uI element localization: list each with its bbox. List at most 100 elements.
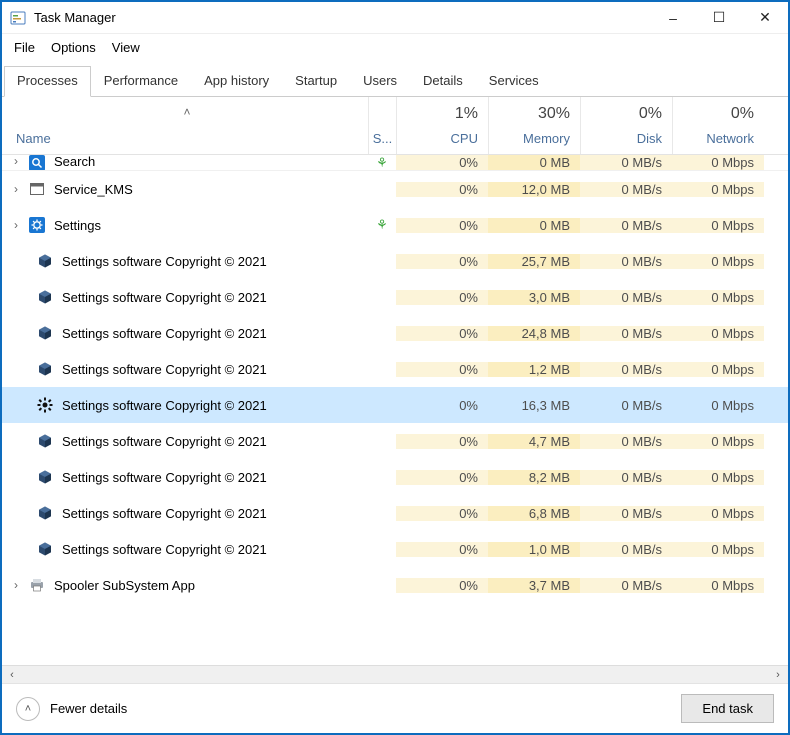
minimize-button[interactable]: – bbox=[650, 3, 696, 33]
cell-mem: 0 MB bbox=[488, 218, 580, 233]
table-row[interactable]: Settings software Copyright © 20210%1,0 … bbox=[2, 531, 788, 567]
gear-app-icon bbox=[28, 216, 46, 234]
column-header-disk[interactable]: 0% Disk bbox=[580, 97, 672, 154]
cell-name: Settings software Copyright © 2021 bbox=[2, 252, 368, 270]
cell-cpu: 0% bbox=[396, 398, 488, 413]
tab-processes[interactable]: Processes bbox=[4, 66, 91, 97]
table-row[interactable]: ›Search⚘0%0 MB0 MB/s0 Mbps bbox=[2, 155, 788, 171]
cell-mem: 3,7 MB bbox=[488, 578, 580, 593]
column-header-status[interactable]: S... bbox=[368, 97, 396, 154]
column-header-name[interactable]: ˄ Name bbox=[2, 97, 368, 154]
leaf-icon: ⚘ bbox=[376, 217, 388, 233]
cell-disk: 0 MB/s bbox=[580, 362, 672, 377]
cell-mem: 4,7 MB bbox=[488, 434, 580, 449]
scroll-left-icon[interactable]: ‹ bbox=[4, 669, 20, 681]
tab-services[interactable]: Services bbox=[476, 66, 552, 97]
process-name: Service_KMS bbox=[54, 182, 133, 197]
cell-cpu: 0% bbox=[396, 578, 488, 593]
table-row[interactable]: Settings software Copyright © 2021 0%6,8 … bbox=[2, 495, 788, 531]
expand-toggle-icon[interactable]: › bbox=[8, 155, 24, 168]
cell-disk: 0 MB/s bbox=[580, 470, 672, 485]
cell-disk: 0 MB/s bbox=[580, 290, 672, 305]
table-row[interactable]: ›Service_KMS0%12,0 MB0 MB/s0 Mbps bbox=[2, 171, 788, 207]
column-header-network[interactable]: 0% Network bbox=[672, 97, 764, 154]
cell-disk: 0 MB/s bbox=[580, 506, 672, 521]
cell-net: 0 Mbps bbox=[672, 254, 764, 269]
table-row[interactable]: Settings software Copyright © 20210%3,0 … bbox=[2, 279, 788, 315]
tab-bar: Processes Performance App history Startu… bbox=[2, 65, 788, 97]
column-headers: ˄ Name S... 1% CPU 30% Memory 0% Disk 0%… bbox=[2, 97, 788, 155]
cell-disk: 0 MB/s bbox=[580, 398, 672, 413]
menubar: File Options View bbox=[2, 34, 788, 65]
process-name: Settings software Copyright © 2021 bbox=[62, 542, 267, 557]
cell-mem: 24,8 MB bbox=[488, 326, 580, 341]
cell-cpu: 0% bbox=[396, 326, 488, 341]
table-row[interactable]: ›Spooler SubSystem App0%3,7 MB0 MB/s0 Mb… bbox=[2, 567, 788, 603]
table-row[interactable]: Settings software Copyright © 20210%4,7 … bbox=[2, 423, 788, 459]
horizontal-scrollbar[interactable]: ‹ › bbox=[2, 665, 788, 683]
maximize-button[interactable]: ☐ bbox=[696, 3, 742, 33]
cell-mem: 8,2 MB bbox=[488, 470, 580, 485]
cell-cpu: 0% bbox=[396, 434, 488, 449]
cell-name: Settings software Copyright © 2021 bbox=[2, 540, 368, 558]
cell-cpu: 0% bbox=[396, 290, 488, 305]
cell-cpu: 0% bbox=[396, 506, 488, 521]
tab-performance[interactable]: Performance bbox=[91, 66, 191, 97]
search-app-icon bbox=[28, 155, 46, 171]
cell-net: 0 Mbps bbox=[672, 155, 764, 170]
process-name: Settings software Copyright © 2021 bbox=[62, 506, 267, 521]
fewer-details-button[interactable]: ˄ Fewer details bbox=[16, 697, 127, 721]
cell-name: Settings software Copyright © 2021 bbox=[2, 504, 368, 522]
cell-disk: 0 MB/s bbox=[580, 542, 672, 557]
cell-cpu: 0% bbox=[396, 155, 488, 170]
table-row[interactable]: Settings software Copyright © 2021 0%24,8… bbox=[2, 315, 788, 351]
expand-toggle-icon[interactable]: › bbox=[8, 218, 24, 232]
tab-details[interactable]: Details bbox=[410, 66, 476, 97]
expand-toggle-icon[interactable]: › bbox=[8, 182, 24, 196]
app-icon bbox=[10, 10, 26, 26]
menu-file[interactable]: File bbox=[8, 38, 41, 57]
cube-icon bbox=[36, 252, 54, 270]
process-table: ˄ Name S... 1% CPU 30% Memory 0% Disk 0%… bbox=[2, 97, 788, 683]
column-header-cpu[interactable]: 1% CPU bbox=[396, 97, 488, 154]
process-name: Settings software Copyright © 2021 bbox=[62, 362, 267, 377]
titlebar: Task Manager – ☐ ✕ bbox=[2, 2, 788, 34]
cell-mem: 6,8 MB bbox=[488, 506, 580, 521]
cell-disk: 0 MB/s bbox=[580, 254, 672, 269]
table-row[interactable]: Settings software Copyright © 20210%25,7… bbox=[2, 243, 788, 279]
menu-options[interactable]: Options bbox=[45, 38, 102, 57]
cell-name: Settings software Copyright © 2021 bbox=[2, 324, 368, 342]
cell-net: 0 Mbps bbox=[672, 398, 764, 413]
gear-black-icon bbox=[36, 396, 54, 414]
scroll-right-icon[interactable]: › bbox=[770, 669, 786, 681]
end-task-button[interactable]: End task bbox=[681, 694, 774, 723]
cell-cpu: 0% bbox=[396, 542, 488, 557]
process-name: Settings software Copyright © 2021 bbox=[62, 470, 267, 485]
cell-disk: 0 MB/s bbox=[580, 326, 672, 341]
process-name: Settings software Copyright © 2021 bbox=[62, 254, 267, 269]
column-header-memory[interactable]: 30% Memory bbox=[488, 97, 580, 154]
cell-name: Settings software Copyright © 2021 bbox=[2, 468, 368, 486]
process-name: Settings bbox=[54, 218, 101, 233]
process-name: Spooler SubSystem App bbox=[54, 578, 195, 593]
cube-icon bbox=[36, 360, 54, 378]
menu-view[interactable]: View bbox=[106, 38, 146, 57]
tab-startup[interactable]: Startup bbox=[282, 66, 350, 97]
table-row[interactable]: Settings software Copyright © 20210%1,2 … bbox=[2, 351, 788, 387]
close-button[interactable]: ✕ bbox=[742, 3, 788, 33]
process-rows[interactable]: ›Search⚘0%0 MB0 MB/s0 Mbps›Service_KMS0%… bbox=[2, 155, 788, 665]
cell-name: Settings software Copyright © 2021 bbox=[2, 360, 368, 378]
process-name: Settings software Copyright © 2021 bbox=[62, 290, 267, 305]
cell-cpu: 0% bbox=[396, 362, 488, 377]
tab-users[interactable]: Users bbox=[350, 66, 410, 97]
cube-icon bbox=[36, 432, 54, 450]
leaf-icon: ⚘ bbox=[376, 155, 388, 171]
cell-name: Settings software Copyright © 2021 bbox=[2, 288, 368, 306]
table-row[interactable]: Settings software Copyright © 20210%8,2 … bbox=[2, 459, 788, 495]
expand-toggle-icon[interactable]: › bbox=[8, 578, 24, 592]
table-row[interactable]: ›Settings⚘0%0 MB0 MB/s0 Mbps bbox=[2, 207, 788, 243]
cell-disk: 0 MB/s bbox=[580, 434, 672, 449]
tab-app-history[interactable]: App history bbox=[191, 66, 282, 97]
table-row[interactable]: Settings software Copyright © 20210%16,3… bbox=[2, 387, 788, 423]
cell-net: 0 Mbps bbox=[672, 182, 764, 197]
